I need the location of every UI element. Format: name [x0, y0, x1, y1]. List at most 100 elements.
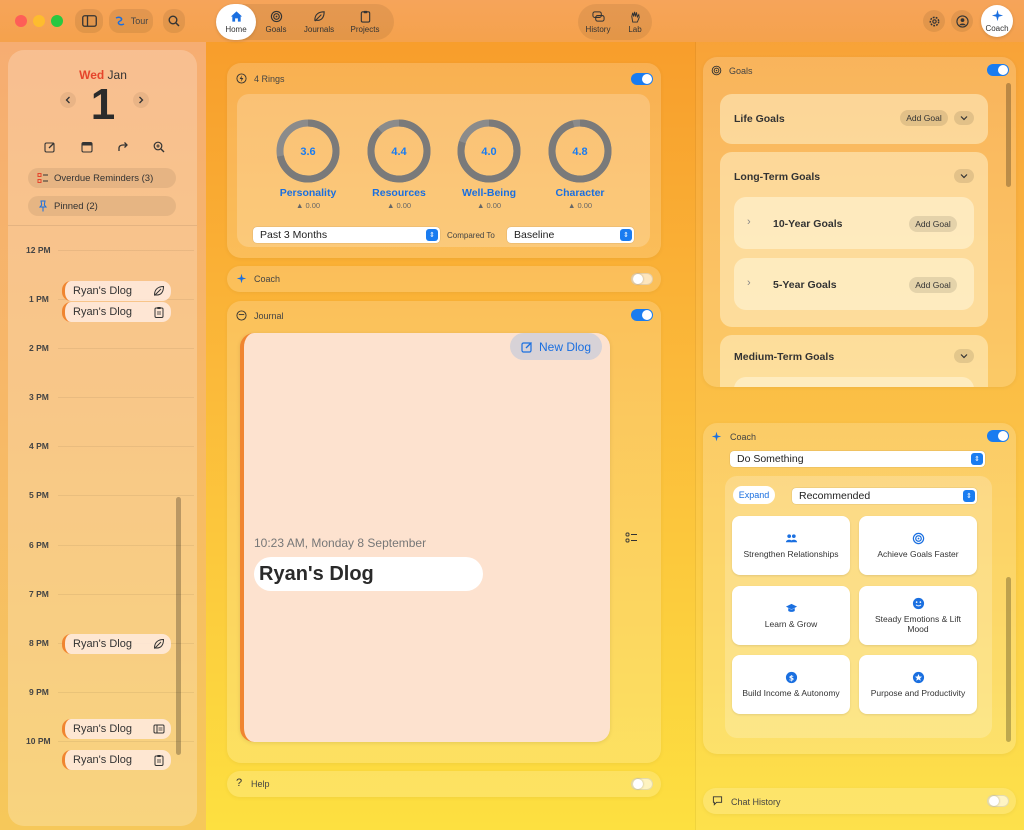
coach-button[interactable]: Coach — [981, 5, 1013, 37]
five-year-goals-row[interactable]: › 5-Year Goals Add Goal — [734, 258, 974, 310]
tour-label: Tour — [130, 16, 149, 26]
entry-title[interactable]: Ryan's Dlog — [254, 557, 483, 591]
add-goal-button[interactable]: Add Goal — [900, 110, 948, 126]
clipboard-icon — [154, 755, 164, 766]
coach-toggle[interactable] — [987, 430, 1009, 442]
tab-history-label: History — [585, 25, 611, 34]
add-goal-button[interactable]: Add Goal — [909, 216, 957, 232]
profile-button[interactable] — [951, 10, 973, 32]
ten-year-goals-title: 10-Year Goals — [773, 218, 843, 230]
coach-title: Coach — [730, 432, 757, 442]
tab-lab[interactable]: Lab — [618, 4, 652, 40]
coach-bar-toggle[interactable] — [631, 273, 653, 285]
coach-tile-label: Learn & Grow — [764, 619, 818, 629]
calendar-event[interactable]: Ryan's Dlog — [62, 302, 171, 322]
tour-button[interactable]: Tour — [109, 9, 153, 33]
tab-projects[interactable]: Projects — [342, 4, 388, 40]
baseline-select[interactable]: Baseline ⇕ — [507, 227, 634, 243]
prev-day-button[interactable] — [60, 92, 76, 108]
main-nav: Home Goals Journals Projects — [216, 4, 394, 40]
minimize-window-button[interactable] — [33, 15, 45, 27]
sidebar-scrollbar[interactable] — [176, 497, 181, 755]
close-window-button[interactable] — [15, 15, 27, 27]
hour-label: 10 PM — [26, 736, 51, 746]
chat-bubble-icon — [712, 796, 723, 806]
sidebar-toggle-button[interactable] — [75, 9, 103, 33]
updown-chevron-icon: ⇕ — [620, 229, 632, 241]
zoom-in-button[interactable] — [151, 139, 167, 155]
recommended-select[interactable]: Recommended ⇕ — [792, 488, 977, 504]
people-icon — [785, 534, 797, 543]
calendar-event[interactable]: Ryan's Dlog — [62, 634, 171, 654]
day-number: 1 — [90, 80, 116, 129]
list-bullets-icon — [625, 532, 637, 543]
clipboard-icon — [154, 307, 164, 318]
zoom-window-button[interactable] — [51, 15, 63, 27]
expand-button[interactable] — [954, 111, 974, 125]
redo-button[interactable] — [115, 139, 131, 155]
medium-term-goals-row: Medium-Term Goals — [720, 335, 988, 387]
pinned-label: Pinned (2) — [54, 200, 98, 212]
chat-history-title: Chat History — [731, 797, 781, 807]
overdue-reminders-label: Overdue Reminders (3) — [54, 172, 154, 184]
toolbar: Tour Home Goals Journals Projects Histor… — [0, 0, 1024, 42]
settings-button[interactable] — [923, 10, 945, 32]
journal-card: Journal New Dlog 10:23 AM, Monday 8 Sept… — [227, 301, 661, 763]
target-icon — [711, 65, 722, 76]
overdue-reminders-button[interactable]: Overdue Reminders (3) — [28, 168, 176, 188]
add-goal-button[interactable]: Add Goal — [909, 277, 957, 293]
coach-tile[interactable]: $ Build Income & Autonomy — [732, 655, 850, 714]
tab-home-label: Home — [225, 25, 247, 34]
coach-tile[interactable]: Achieve Goals Faster — [859, 516, 977, 575]
divider — [8, 225, 197, 226]
entry-list-button[interactable] — [625, 531, 638, 549]
help-bar: ? Help — [227, 771, 661, 797]
checklist-icon — [37, 173, 48, 183]
ring-delta: ▲ 0.00 — [567, 201, 593, 210]
ten-year-goals-row[interactable]: › 10-Year Goals Add Goal — [734, 197, 974, 249]
collapse-button[interactable] — [954, 349, 974, 363]
new-dlog-button[interactable]: New Dlog — [510, 333, 602, 360]
calendar-event[interactable]: Ryan's Dlog — [62, 719, 171, 739]
help-toggle[interactable] — [631, 778, 653, 790]
goals-scrollbar[interactable] — [1006, 83, 1011, 187]
tab-history[interactable]: History — [578, 4, 618, 40]
chevron-down-icon — [960, 354, 968, 359]
goals-toggle[interactable] — [987, 64, 1009, 76]
life-goals-row[interactable]: Life Goals Add Goal — [720, 94, 988, 144]
star-icon — [912, 671, 924, 684]
coach-scrollbar[interactable] — [1006, 577, 1011, 742]
tab-home[interactable]: Home — [216, 4, 256, 40]
hour-gridline — [58, 446, 194, 447]
journal-toggle[interactable] — [631, 309, 653, 321]
coach-tile[interactable]: Learn & Grow — [732, 586, 850, 645]
hour-label: 9 PM — [29, 687, 49, 697]
coach-tile[interactable]: Purpose and Productivity — [859, 655, 977, 714]
coach-mode-select[interactable]: Do Something ⇕ — [730, 451, 985, 467]
next-day-button[interactable] — [133, 92, 149, 108]
hour-gridline — [58, 348, 194, 349]
calendar-view-button[interactable] — [79, 139, 95, 155]
calendar-event[interactable]: Ryan's Dlog — [62, 750, 171, 770]
coach-tile-label: Purpose and Productivity — [870, 688, 966, 698]
expand-button[interactable]: Expand — [733, 486, 775, 504]
dollar-icon: $ — [785, 671, 797, 684]
tab-journals[interactable]: Journals — [296, 4, 342, 40]
chevron-down-icon — [960, 116, 968, 121]
coach-tile[interactable]: Strengthen Relationships — [732, 516, 850, 575]
chat-history-toggle[interactable] — [987, 795, 1009, 807]
chevron-right-icon: › — [747, 216, 751, 228]
rings-card: 4 Rings 3.6 4.4 4.0 4.8 Personality ▲ 0.00 … — [227, 63, 661, 258]
period-select[interactable]: Past 3 Months ⇕ — [253, 227, 440, 243]
hand-icon — [630, 11, 640, 23]
search-button[interactable] — [163, 9, 185, 33]
collapse-button[interactable] — [954, 169, 974, 183]
hour-gridline — [58, 594, 194, 595]
tab-goals[interactable]: Goals — [256, 4, 296, 40]
calendar-event[interactable]: Ryan's Dlog — [62, 281, 171, 301]
pinned-button[interactable]: Pinned (2) — [28, 196, 176, 216]
compose-button[interactable] — [42, 139, 58, 155]
house-icon — [230, 11, 242, 22]
coach-tile[interactable]: Steady Emotions & Lift Mood — [859, 586, 977, 645]
secondary-nav: History Lab — [578, 4, 652, 40]
